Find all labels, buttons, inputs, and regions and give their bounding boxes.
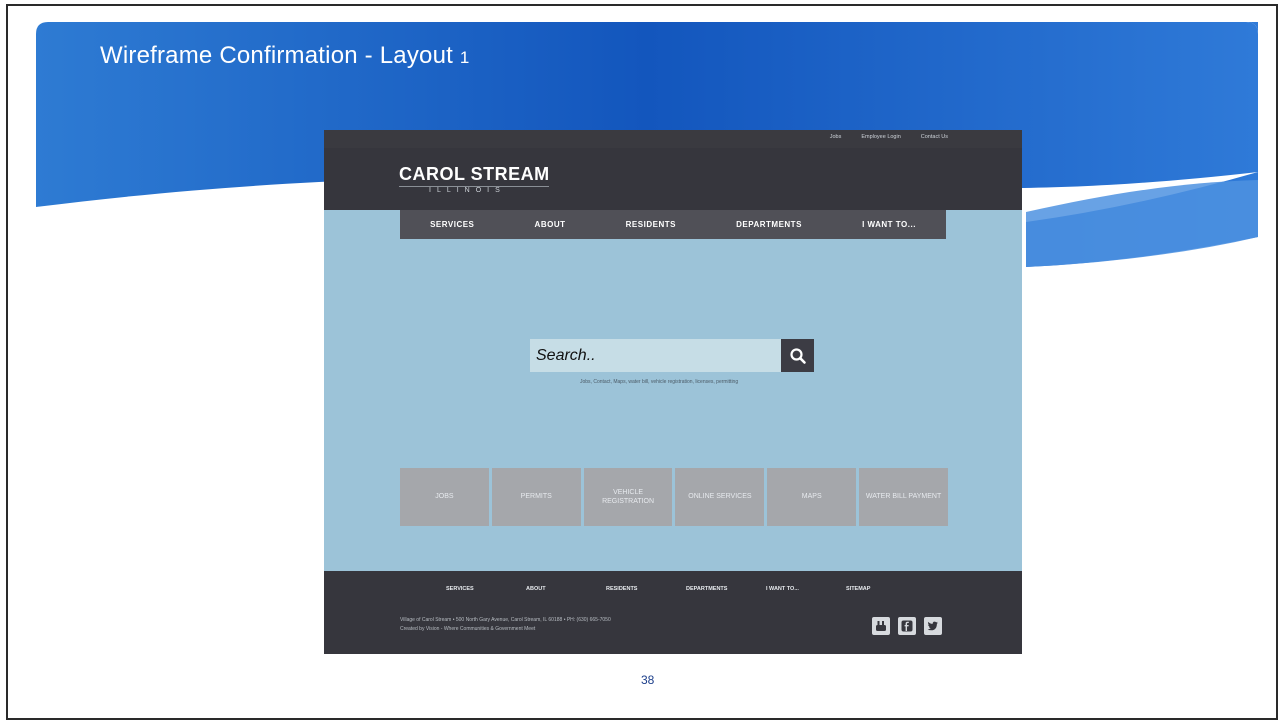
top-link-contact-us[interactable]: Contact Us	[921, 134, 948, 140]
footer-link-i-want-to[interactable]: I WANT TO...	[766, 586, 846, 592]
nav-item-i-want-to[interactable]: I WANT TO...	[862, 220, 916, 229]
youtube-icon	[876, 621, 886, 631]
quick-link-jobs[interactable]: JOBS	[400, 468, 489, 526]
nav-item-departments[interactable]: DEPARTMENTS	[736, 220, 802, 229]
nav-item-services[interactable]: SERVICES	[430, 220, 474, 229]
footer-link-sitemap[interactable]: SITEMAP	[846, 586, 926, 592]
slide-title-text: Wireframe Confirmation - Layout	[100, 42, 453, 69]
top-link-jobs[interactable]: Jobs	[830, 134, 842, 140]
top-link-employee-login[interactable]: Employee Login	[861, 134, 900, 140]
search-button[interactable]	[781, 339, 814, 372]
main-nav: SERVICES ABOUT RESIDENTS DEPARTMENTS I W…	[400, 210, 946, 239]
quick-link-maps[interactable]: MAPS	[767, 468, 857, 526]
footer-info: Village of Carol Stream • 500 North Gary…	[400, 616, 611, 634]
logo-name: CAROL STREAM	[399, 164, 550, 184]
nav-item-about[interactable]: ABOUT	[535, 220, 566, 229]
slide-page-number: 38	[641, 673, 655, 687]
search-bar	[530, 339, 814, 372]
search-hint: Jobs, Contact, Maps, water bill, vehicle…	[580, 379, 739, 385]
facebook-button[interactable]	[898, 617, 916, 635]
quick-link-permits[interactable]: PERMITS	[491, 468, 581, 526]
footer-nav: SERVICES ABOUT RESIDENTS DEPARTMENTS I W…	[446, 586, 926, 592]
quick-link-vehicle-registration[interactable]: VEHICLE REGISTRATION	[583, 468, 673, 526]
site-footer: SERVICES ABOUT RESIDENTS DEPARTMENTS I W…	[324, 571, 1022, 654]
footer-link-residents[interactable]: RESIDENTS	[606, 586, 686, 592]
search-input[interactable]	[530, 339, 780, 372]
footer-link-departments[interactable]: DEPARTMENTS	[686, 586, 766, 592]
footer-credit: Created by Vision - Where Communities & …	[400, 626, 536, 632]
logo-subtitle: ILLINOIS	[399, 186, 549, 194]
youtube-button[interactable]	[872, 617, 890, 635]
social-links	[872, 617, 942, 635]
slide-title-number: 1	[459, 48, 470, 67]
facebook-icon	[901, 620, 913, 632]
site-logo[interactable]: CAROL STREAM ILLINOIS	[399, 164, 550, 194]
footer-link-about[interactable]: ABOUT	[526, 586, 606, 592]
quick-link-water-bill-payment[interactable]: WATER BILL PAYMENT	[859, 468, 948, 526]
twitter-icon	[927, 621, 938, 631]
quick-links: JOBS PERMITS VEHICLE REGISTRATION ONLINE…	[400, 468, 948, 526]
website-mockup: Jobs Employee Login Contact Us CAROL STR…	[324, 130, 1022, 654]
slide-title: Wireframe Confirmation - Layout 1	[100, 42, 470, 70]
twitter-button[interactable]	[924, 617, 942, 635]
footer-address: Village of Carol Stream • 500 North Gary…	[400, 617, 611, 623]
utility-bar: Jobs Employee Login Contact Us	[324, 130, 1022, 148]
quick-link-online-services[interactable]: ONLINE SERVICES	[675, 468, 765, 526]
nav-item-residents[interactable]: RESIDENTS	[626, 220, 676, 229]
footer-link-services[interactable]: SERVICES	[446, 586, 526, 592]
site-header: CAROL STREAM ILLINOIS	[324, 148, 1022, 210]
search-icon	[789, 347, 806, 364]
